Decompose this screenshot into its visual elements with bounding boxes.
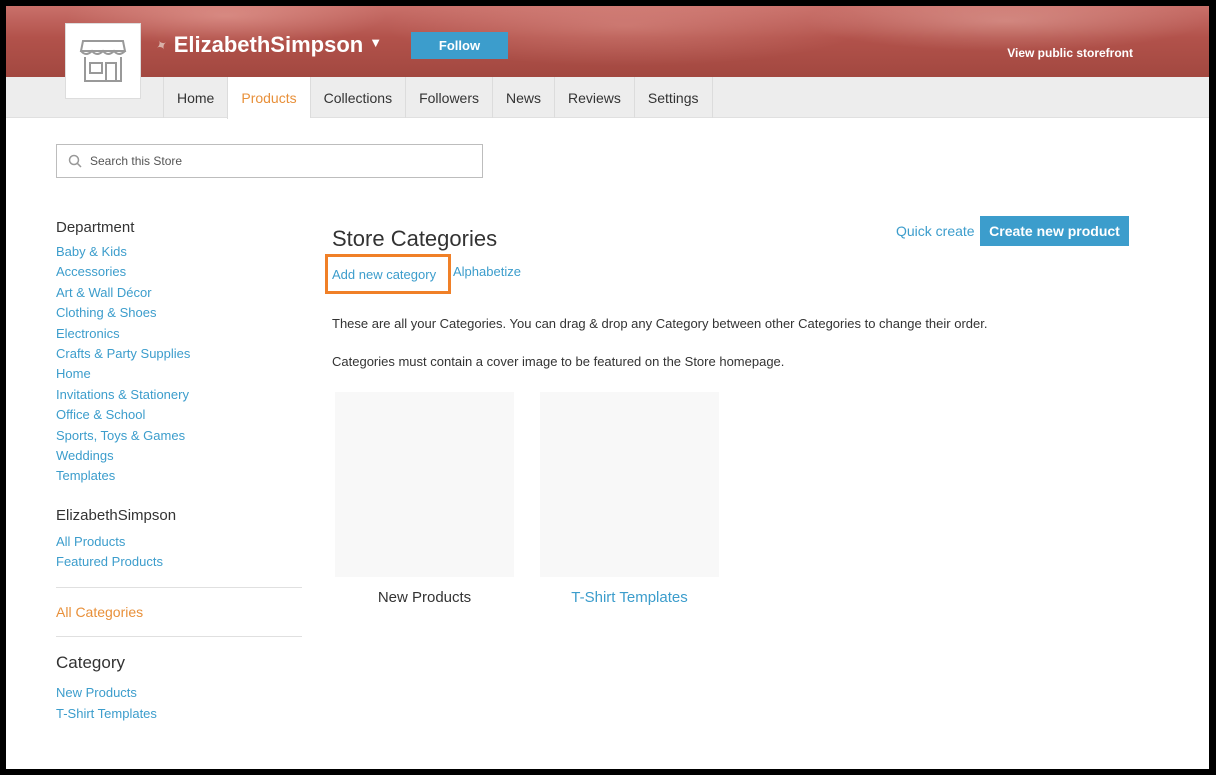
store-logo[interactable] (65, 23, 141, 99)
tab-followers[interactable]: Followers (405, 77, 492, 118)
department-link[interactable]: Clothing & Shoes (56, 303, 302, 323)
categories-info-text: These are all your Categories. You can d… (332, 316, 988, 331)
tab-products[interactable]: Products (227, 77, 310, 119)
quick-create-link[interactable]: Quick create (896, 223, 975, 239)
tab-bar: Home Products Collections Followers News Revi… (6, 77, 1209, 119)
category-heading: Category (56, 653, 125, 673)
tab-list: Home Products Collections Followers News Revi… (163, 77, 713, 119)
store-links-list: All Products Featured Products (56, 532, 302, 573)
tab-home[interactable]: Home (163, 77, 227, 118)
category-card[interactable]: New Products (335, 392, 514, 606)
category-card-label: New Products (377, 589, 472, 606)
pin-icon: ✦ (152, 34, 171, 55)
department-link[interactable]: Weddings (56, 446, 302, 466)
page-title: Store Categories (332, 226, 498, 251)
storefront-icon (79, 40, 127, 82)
category-link[interactable]: T-Shirt Templates (56, 704, 302, 724)
department-link[interactable]: Sports, Toys & Games (56, 426, 302, 446)
cover-image-info-text: Categories must contain a cover image to… (332, 354, 785, 369)
app-window: ✦ ElizabethSimpson ▼ Follow View public … (6, 6, 1209, 769)
departments-heading: Department (56, 219, 135, 236)
department-link[interactable]: Crafts & Party Supplies (56, 344, 302, 364)
tab-settings[interactable]: Settings (633, 77, 713, 118)
department-link[interactable]: Office & School (56, 405, 302, 425)
department-link[interactable]: Templates (56, 466, 302, 486)
all-categories-link[interactable]: All Categories (56, 602, 302, 622)
search-box[interactable] (56, 144, 483, 178)
create-new-product-button[interactable]: Create new product (980, 216, 1129, 246)
add-new-category-link[interactable]: Add new category (325, 254, 451, 294)
department-link[interactable]: Home (56, 364, 302, 384)
category-cover-image[interactable] (335, 392, 514, 577)
tab-reviews[interactable]: Reviews (554, 77, 634, 118)
follow-button[interactable]: Follow (411, 32, 508, 59)
view-public-storefront-link[interactable]: View public storefront (1007, 46, 1133, 60)
store-links-heading: ElizabethSimpson (56, 506, 177, 524)
sidebar-divider (56, 586, 302, 588)
category-card-label[interactable]: T-Shirt Templates (540, 589, 719, 606)
store-link[interactable]: Featured Products (56, 552, 302, 572)
department-link[interactable]: Electronics (56, 324, 302, 344)
category-cards: New Products T-Shirt Templates (335, 392, 719, 606)
category-link[interactable]: New Products (56, 683, 302, 703)
department-link[interactable]: Invitations & Stationery (56, 385, 302, 405)
store-name[interactable]: ElizabethSimpson (174, 32, 363, 58)
caret-down-icon[interactable]: ▼ (369, 35, 382, 50)
search-input[interactable] (90, 154, 482, 168)
category-links-list: New Products T-Shirt Templates (56, 683, 302, 724)
department-link[interactable]: Accessories (56, 262, 302, 282)
category-card[interactable]: T-Shirt Templates (540, 392, 719, 606)
tab-news[interactable]: News (492, 77, 554, 118)
search-icon (68, 154, 82, 168)
alphabetize-link[interactable]: Alphabetize (453, 264, 521, 279)
sidebar: Department Baby & Kids Accessories Art & W… (56, 219, 302, 724)
department-link[interactable]: Baby & Kids (56, 242, 302, 262)
sidebar-divider (56, 636, 302, 638)
departments-list: Baby & Kids Accessories Art & Wall Décor Cl… (56, 242, 302, 487)
department-link[interactable]: Art & Wall Décor (56, 283, 302, 303)
tab-collections[interactable]: Collections (309, 77, 405, 118)
store-title-group: ✦ ElizabethSimpson ▼ (152, 32, 383, 58)
store-link[interactable]: All Products (56, 532, 302, 552)
category-cover-image[interactable] (540, 392, 719, 577)
